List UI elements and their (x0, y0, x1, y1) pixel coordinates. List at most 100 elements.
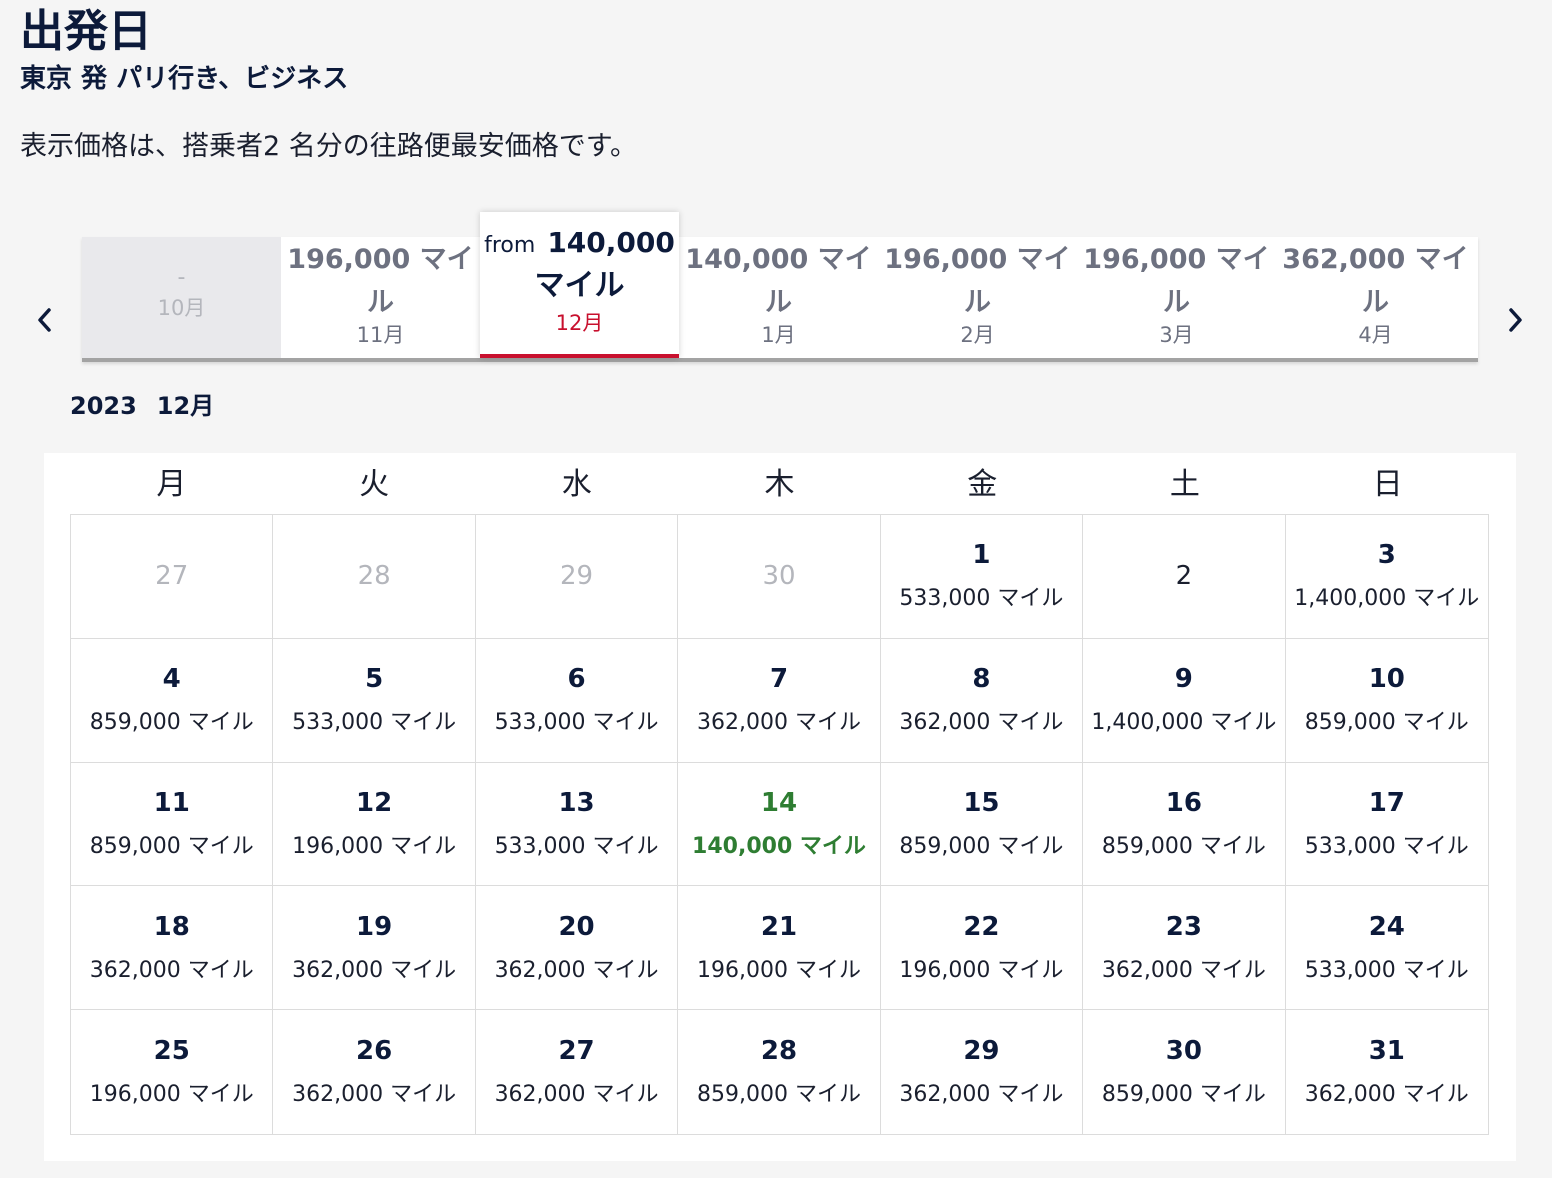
calendar-day[interactable]: 1 533,000 マイル (880, 515, 1084, 639)
calendar-day[interactable]: 27 362,000 マイル (476, 1010, 679, 1134)
day-miles: 1,400,000 マイル (1294, 586, 1480, 612)
calendar-day-outside-month: 29 (475, 515, 679, 639)
calendar-day[interactable]: 31 362,000 マイル (1286, 1010, 1488, 1134)
day-number: 25 (153, 1036, 190, 1067)
calendar-day[interactable]: 7 362,000 マイル (678, 638, 881, 763)
weekday-wed: 水 (561, 467, 592, 502)
day-number: 24 (1368, 911, 1405, 942)
month-label: 12月 (555, 311, 604, 335)
day-number: 28 (357, 561, 391, 592)
chevron-right-icon (1509, 308, 1522, 332)
weekday-mon: 月 (156, 467, 187, 502)
month-price: 140,000 (547, 226, 675, 259)
calendar-day[interactable]: 4 859,000 マイル (71, 638, 274, 763)
weekday-header: 月 火 水 木 金 土 日 (70, 465, 1489, 515)
day-miles: 362,000 マイル (494, 957, 659, 983)
day-miles: 859,000 マイル (89, 710, 254, 736)
day-miles: 362,000 マイル (697, 710, 861, 736)
day-miles: 362,000 マイル (494, 1082, 659, 1108)
day-miles: 362,000 マイル (89, 957, 254, 983)
calendar-day[interactable]: 24 533,000 マイル (1285, 886, 1488, 1011)
month-tab-feb[interactable]: 196,000 マイル 2月 (878, 237, 1077, 358)
prev-month-button[interactable] (26, 300, 62, 340)
day-miles: 533,000 マイル (1304, 957, 1469, 983)
weekday-sat: 土 (1169, 467, 1200, 502)
calendar-day[interactable]: 28 859,000 マイル (678, 1010, 881, 1134)
month-label: 1月 (761, 323, 796, 347)
calendar-day[interactable]: 15 859,000 マイル (880, 762, 1084, 887)
calendar-day[interactable]: 13 533,000 マイル (475, 762, 679, 887)
day-number: 9 (1174, 664, 1193, 695)
next-month-button[interactable] (1498, 300, 1534, 340)
month-tab-mar[interactable]: 196,000 マイル 3月 (1077, 237, 1276, 358)
page: 出発日 東京 発 パリ行き、ビジネス 表示価格は、搭乗者2 名分の往路便最安価格… (0, 0, 1552, 1178)
day-number: 23 (1165, 911, 1202, 942)
calendar-day[interactable]: 21 196,000 マイル (678, 886, 881, 1011)
day-number: 17 (1368, 787, 1405, 818)
month-tab-jan[interactable]: 140,000 マイル 1月 (679, 237, 878, 358)
month-tab-apr[interactable]: 362,000 マイル 4月 (1276, 237, 1475, 358)
calendar-day[interactable]: 17 533,000 マイル (1285, 763, 1488, 887)
month-price-unit: マイル (534, 268, 625, 303)
calendar-day-unavailable: 2 (1083, 515, 1286, 639)
day-number: 10 (1368, 664, 1405, 695)
calendar-day[interactable]: 5 533,000 マイル (273, 638, 476, 763)
month-label: 3月 (1159, 323, 1194, 347)
day-number: 15 (963, 787, 1000, 818)
page-title: 出発日 (20, 6, 152, 57)
month-price: - (177, 265, 186, 290)
calendar-day[interactable]: 30 859,000 マイル (1083, 1010, 1286, 1134)
month-from-price: from 140,000 (480, 226, 679, 264)
day-number: 13 (558, 787, 595, 818)
calendar-day[interactable]: 9 1,400,000 マイル (1083, 638, 1286, 763)
day-miles: 362,000 マイル (292, 957, 457, 983)
day-number: 18 (153, 911, 190, 942)
day-miles: 362,000 マイル (1101, 957, 1266, 983)
day-number: 4 (162, 664, 181, 695)
calendar-day[interactable]: 26 362,000 マイル (273, 1010, 476, 1134)
day-miles: 533,000 マイル (1304, 833, 1469, 859)
month-tab-nov[interactable]: 196,000 マイル 11月 (281, 237, 480, 358)
calendar-day[interactable]: 10 859,000 マイル (1285, 639, 1488, 763)
calendar-day[interactable]: 3 1,400,000 マイル (1285, 515, 1488, 639)
month-label: 10月 (157, 296, 206, 320)
day-number: 7 (769, 664, 789, 695)
month-label: 2月 (960, 323, 995, 347)
calendar-day[interactable]: 23 362,000 マイル (1083, 886, 1286, 1011)
day-miles: 362,000 マイル (899, 710, 1064, 736)
calendar-day[interactable]: 20 362,000 マイル (475, 886, 679, 1011)
day-miles: 859,000 マイル (1304, 710, 1469, 736)
day-miles: 196,000 マイル (697, 957, 861, 983)
day-number: 30 (1165, 1036, 1202, 1067)
calendar-day[interactable]: 12 196,000 マイル (273, 762, 476, 887)
day-number: 28 (760, 1036, 798, 1067)
calendar-day[interactable]: 16 859,000 マイル (1083, 762, 1286, 887)
weekday-sun: 日 (1372, 467, 1403, 502)
day-number: 3 (1377, 540, 1396, 571)
day-number: 1 (972, 540, 991, 571)
day-number: 27 (558, 1036, 595, 1067)
price-note: 表示価格は、搭乗者2 名分の往路便最安価格です。 (20, 131, 638, 162)
day-miles: 362,000 マイル (292, 1082, 457, 1108)
calendar-year: 2023 (70, 392, 137, 420)
calendar-grid: 27 28 29 30 1 533,000 マイル 2 3 1,400,000 マイ… (70, 514, 1489, 1135)
calendar-day[interactable]: 6 533,000 マイル (475, 638, 679, 763)
calendar-day[interactable]: 19 362,000 マイル (273, 886, 476, 1011)
calendar-day[interactable]: 25 196,000 マイル (71, 1010, 274, 1134)
calendar-day[interactable]: 11 859,000 マイル (71, 762, 274, 887)
route-subtitle: 東京 発 パリ行き、ビジネス (20, 64, 349, 94)
calendar-day[interactable]: 8 362,000 マイル (880, 638, 1084, 763)
calendar-day-lowest-price[interactable]: 14 140,000 マイル (678, 762, 881, 887)
chevron-left-icon (38, 308, 51, 332)
calendar: 月 火 水 木 金 土 日 27 28 29 30 1 533,000 マイル 2… (44, 453, 1516, 1161)
month-price: 196,000 マイル (287, 244, 474, 318)
calendar-day[interactable]: 22 196,000 マイル (880, 886, 1084, 1011)
weekday-tue: 火 (359, 467, 390, 502)
weekday-fri: 金 (967, 467, 998, 502)
calendar-day[interactable]: 29 362,000 マイル (881, 1010, 1084, 1134)
calendar-day[interactable]: 18 362,000 マイル (71, 886, 274, 1011)
month-price: 196,000 マイル (884, 244, 1071, 318)
day-miles: 140,000 マイル (692, 833, 866, 859)
month-tab-dec[interactable]: from 140,000 マイル 12月 (480, 212, 679, 358)
calendar-day-outside-month: 28 (273, 515, 476, 639)
